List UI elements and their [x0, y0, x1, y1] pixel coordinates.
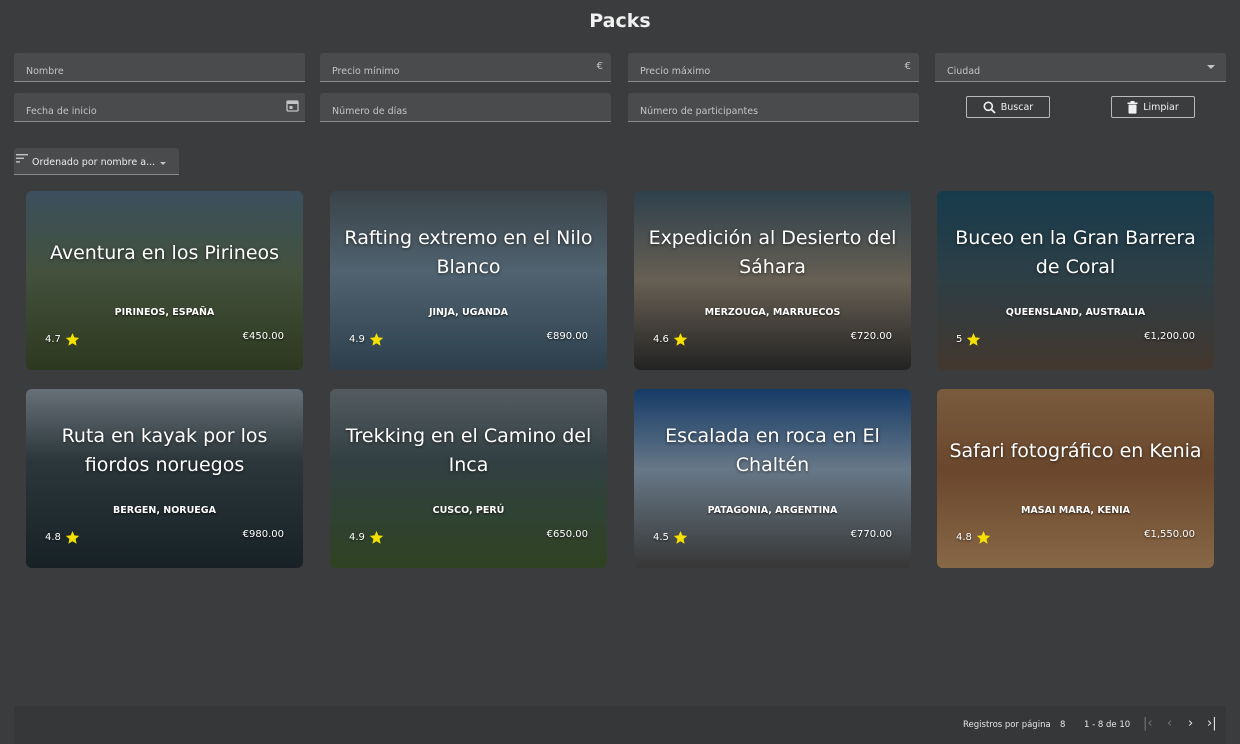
rating-value: 4.6: [653, 334, 669, 345]
nombre-label: Nombre: [26, 66, 64, 77]
card-price: €720.00: [850, 331, 892, 342]
previous-page-button[interactable]: ‹: [1167, 716, 1172, 731]
fecha-inicio-label: Fecha de inicio: [26, 106, 97, 117]
next-page-button[interactable]: ›: [1188, 716, 1193, 731]
card-location: BERGEN, NORUEGA: [113, 505, 216, 516]
card-location: QUEENSLAND, AUSTRALIA: [1005, 307, 1146, 318]
precio-minimo-label: Precio mínimo: [332, 66, 400, 77]
currency-suffix: €: [596, 61, 603, 72]
pack-card[interactable]: Expedición al Desierto del Sáhara MERZOU…: [634, 191, 911, 370]
ciudad-label: Ciudad: [947, 66, 981, 77]
sort-label: Ordenado por nombre a...: [32, 157, 156, 168]
pack-card[interactable]: Aventura en los Pirineos PIRINEOS, ESPAÑ…: [26, 191, 303, 370]
card-location: JINJA, UGANDA: [428, 307, 509, 318]
page-size-label: Registros por página: [963, 720, 1051, 730]
precio-minimo-input[interactable]: Precio mínimo €: [320, 53, 611, 82]
card-rating: 4.6: [653, 332, 688, 347]
buscar-label: Buscar: [1000, 101, 1034, 113]
trash-icon: [1127, 100, 1138, 114]
star-icon: [976, 530, 991, 544]
paginator: Registros por página 8 1 - 8 de 10 |‹ ‹ …: [14, 706, 1226, 744]
precio-maximo-label: Precio máximo: [640, 66, 711, 77]
fecha-inicio-input[interactable]: Fecha de inicio: [14, 93, 305, 122]
card-rating: 4.5: [653, 530, 688, 545]
card-rating: 4.7: [45, 332, 80, 347]
pack-card[interactable]: Rafting extremo en el Nilo Blanco JINJA,…: [330, 191, 607, 370]
star-icon: [369, 530, 384, 544]
pack-card[interactable]: Safari fotográfico en Kenia MASAI MARA, …: [937, 389, 1214, 568]
card-title: Buceo en la Gran Barrera de Coral: [955, 227, 1196, 278]
card-title: Ruta en kayak por los fiordos noruegos: [61, 425, 268, 476]
card-price: €770.00: [850, 529, 892, 540]
numero-dias-label: Número de días: [332, 106, 408, 117]
page-size-select[interactable]: 8: [1060, 720, 1065, 730]
star-icon: [673, 332, 688, 346]
rating-value: 4.5: [653, 532, 669, 543]
card-title: Aventura en los Pirineos: [49, 241, 280, 264]
card-location: MERZOUGA, MARRUECOS: [704, 307, 841, 318]
limpiar-label: Limpiar: [1143, 101, 1179, 113]
card-rating: 4.8: [956, 530, 991, 545]
card-price: €980.00: [242, 529, 284, 540]
numero-dias-input[interactable]: Número de días: [320, 93, 611, 122]
card-rating: 4.8: [45, 530, 80, 545]
card-location: CUSCO, PERÚ: [432, 505, 505, 516]
chevron-down-icon: [1207, 65, 1215, 69]
star-icon: [673, 530, 688, 544]
sort-icon: [16, 154, 28, 163]
pack-card[interactable]: Trekking en el Camino del Inca CUSCO, PE…: [330, 389, 607, 568]
star-icon: [369, 332, 384, 346]
card-title: Expedición al Desierto del Sáhara: [648, 227, 897, 278]
first-page-button[interactable]: |‹: [1143, 716, 1153, 731]
pack-card[interactable]: Ruta en kayak por los fiordos noruegos B…: [26, 389, 303, 568]
card-title: Escalada en roca en El Chaltén: [665, 425, 880, 476]
precio-maximo-input[interactable]: Precio máximo €: [628, 53, 919, 82]
card-rating: 4.9: [349, 530, 384, 545]
card-title: Safari fotográfico en Kenia: [949, 439, 1202, 462]
card-location: PATAGONIA, ARGENTINA: [707, 505, 838, 516]
page-title: Packs: [589, 10, 651, 32]
card-price: €1,550.00: [1144, 529, 1195, 540]
card-location: MASAI MARA, KENIA: [1020, 505, 1131, 516]
card-location: PIRINEOS, ESPAÑA: [114, 307, 215, 318]
rating-value: 4.9: [349, 532, 365, 543]
sort-select[interactable]: Ordenado por nombre a...: [14, 148, 179, 175]
card-rating: 5: [956, 332, 981, 347]
rating-value: 4.8: [45, 532, 61, 543]
rating-value: 4.7: [45, 334, 61, 345]
rating-value: 4.8: [956, 532, 972, 543]
star-icon: [967, 332, 981, 346]
chevron-down-icon: [160, 162, 166, 165]
limpiar-button[interactable]: Limpiar: [1111, 96, 1195, 118]
numero-participantes-label: Número de participantes: [640, 106, 759, 117]
card-price: €1,200.00: [1144, 331, 1195, 342]
star-icon: [65, 332, 80, 346]
ciudad-select[interactable]: Ciudad: [935, 53, 1226, 82]
calendar-icon[interactable]: [286, 99, 299, 112]
rating-value: 4.9: [349, 334, 365, 345]
nombre-input[interactable]: Nombre: [14, 53, 305, 82]
star-icon: [65, 530, 80, 544]
buscar-button[interactable]: Buscar: [966, 96, 1050, 118]
currency-suffix: €: [904, 61, 911, 72]
page-range: 1 - 8 de 10: [1084, 720, 1131, 730]
search-icon: [983, 101, 996, 114]
card-rating: 4.9: [349, 332, 384, 347]
rating-value: 5: [956, 334, 963, 345]
pack-card[interactable]: Buceo en la Gran Barrera de Coral QUEENS…: [937, 191, 1214, 370]
card-price: €650.00: [546, 529, 588, 540]
card-price: €890.00: [546, 331, 588, 342]
card-price: €450.00: [242, 331, 284, 342]
card-title: Rafting extremo en el Nilo Blanco: [344, 227, 593, 278]
card-title: Trekking en el Camino del Inca: [345, 425, 592, 476]
pack-card[interactable]: Escalada en roca en El Chaltén PATAGONIA…: [634, 389, 911, 568]
numero-participantes-input[interactable]: Número de participantes: [628, 93, 919, 122]
last-page-button[interactable]: ›|: [1207, 716, 1217, 731]
